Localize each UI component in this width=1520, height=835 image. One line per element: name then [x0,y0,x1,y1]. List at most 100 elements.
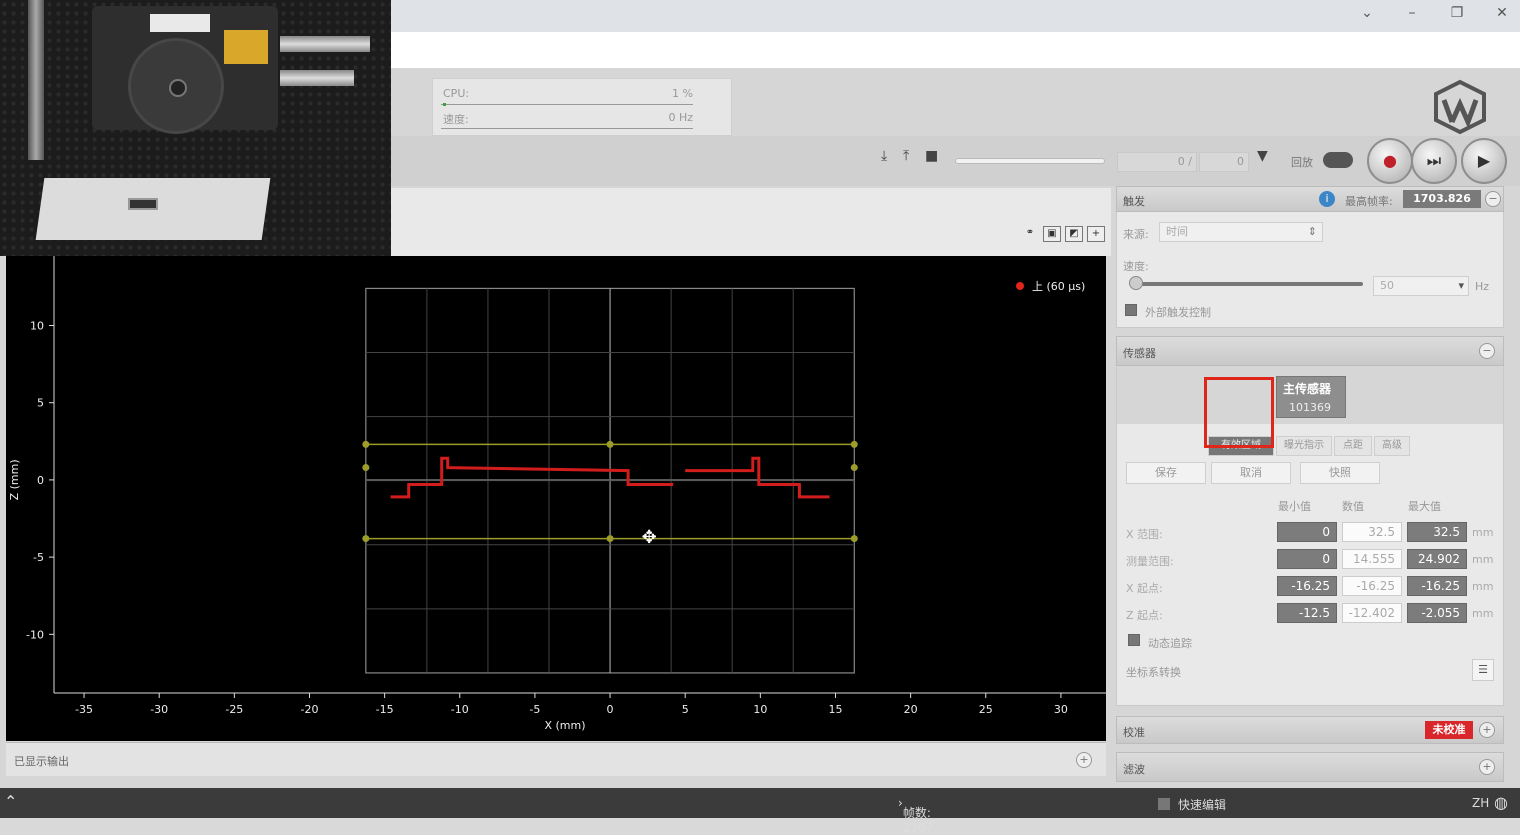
calibration-header[interactable]: 校准 未校准 + [1116,716,1504,744]
source-select[interactable]: 时间 ⇕ [1159,222,1323,242]
external-trigger-checkbox[interactable] [1125,304,1137,316]
collapse-sensor-icon[interactable]: − [1479,343,1495,359]
x-tick-label: -15 [376,703,394,716]
record-button[interactable]: ● [1367,138,1413,184]
trigger-header[interactable]: 触发 i 最高帧率: 1703.826 − [1116,186,1504,212]
speed-unit: Hz [1475,280,1490,293]
upload-icon[interactable]: ⤒ [903,148,909,164]
x-tick-label: 30 [1054,703,1068,716]
legend-label: 上 (60 μs) [1032,280,1085,293]
z-start-value[interactable]: -12.402 [1342,603,1402,623]
x-range-max: 32.5 [1407,522,1467,542]
play-button[interactable]: ▶ [1461,138,1507,184]
language-label[interactable]: ZH [1472,796,1489,810]
source-label: 来源: [1123,228,1149,241]
frame-current-field[interactable]: 0 / [1117,152,1197,172]
speed-label: 速度: [1123,260,1149,273]
roi-handle [362,464,370,472]
chevron-down-icon[interactable]: ⌄ [1352,2,1382,24]
uncalibrated-badge: 未校准 [1425,721,1473,739]
list-icon[interactable]: ☰ [1472,659,1494,681]
max-rate-label: 最高帧率: [1345,195,1393,208]
profile-chart: -35 -30 -25 -20 -15 -10 -5 0 5 10 15 20 25 30 10 5 0 -5 -1… [8,256,1106,732]
cpu-label: CPU: [443,87,470,100]
speed-row: 速度: 0 Hz [441,109,693,129]
expand-output-icon[interactable]: + [1076,752,1092,768]
minimize-button[interactable]: – [1397,2,1427,24]
x-tick-label: -25 [225,703,243,716]
y-tick-label: 10 [30,319,44,332]
add-view-icon[interactable]: + [1087,226,1105,242]
cancel-button[interactable]: 取消 [1211,462,1291,484]
filter-header[interactable]: 滤波 + [1116,752,1504,782]
playback-toggle[interactable] [1323,152,1353,168]
trash-icon[interactable]: ■ [925,148,938,164]
roi-handle [850,464,858,472]
speed-label: 速度: [443,113,469,126]
meas-range-min: 0 [1277,549,1337,569]
quick-edit-checkbox[interactable] [1158,798,1170,810]
x-tick-label: -35 [75,703,93,716]
status-bar: ⌃ › 帧数: 2207 快速编辑 ZH ◍ [0,788,1520,835]
tab-exposure[interactable]: 曝光指示 [1276,436,1332,456]
close-button[interactable]: ✕ [1487,2,1517,24]
x-range-value[interactable]: 32.5 [1342,522,1402,542]
frame-count: › 帧数: 2207 [898,796,934,835]
speed-value: 0 Hz [668,111,693,124]
tracking-checkbox[interactable] [1128,634,1140,646]
z-start-max: -2.055 [1407,603,1467,623]
filter-icon[interactable]: ▼ [1257,148,1268,164]
expand-calibration-icon[interactable]: + [1479,722,1495,738]
chevron-up-icon[interactable]: ⌃ [4,792,17,811]
speed-input[interactable]: 50 ▾ [1373,276,1469,296]
plot-header: ⚭ ▣ ◩ + [391,188,1111,256]
acquisition-toolbar: ⤓ ⤒ ■ 0 / 0 ▼ 回放 ● ⏭ ▶ [391,136,1520,186]
y-tick-label: -10 [26,628,44,641]
x-tick-label: 20 [904,703,918,716]
expand-filter-icon[interactable]: + [1479,759,1495,775]
x-tick-label: 5 [682,703,689,716]
col-max: 最大值 [1408,500,1441,513]
info-icon[interactable]: i [1319,191,1335,207]
x-tick-label: 15 [828,703,842,716]
x-axis-label: X (mm) [544,719,585,732]
x-tick-label: 25 [979,703,993,716]
binoculars-icon[interactable]: ⚭ [1021,226,1039,242]
x-start-max: -16.25 [1407,576,1467,596]
col-value: 数值 [1342,500,1364,513]
output-label: 已显示输出 [14,755,69,768]
tracking-label: 动态追踪 [1148,637,1192,650]
snapshot-button[interactable]: 快照 [1300,462,1380,484]
cpu-value: 1 % [672,87,693,100]
meas-range-value[interactable]: 14.555 [1342,549,1402,569]
tab-spacing[interactable]: 点距 [1334,436,1372,456]
main-sensor-card[interactable]: 主传感器 101369 [1276,376,1346,418]
main-sensor-name: 主传感器 [1283,382,1332,396]
save-button[interactable]: 保存 [1126,462,1206,484]
tab-advanced[interactable]: 高级 [1374,436,1410,456]
profile-plot[interactable]: -35 -30 -25 -20 -15 -10 -5 0 5 10 15 20 25 30 10 5 0 -5 -1… [6,256,1106,741]
frame-total-field[interactable]: 0 [1199,152,1249,172]
cpu-row: CPU: 1 % [441,85,693,106]
collapse-trigger-icon[interactable]: − [1485,191,1501,207]
sensor-header[interactable]: 传感器 − [1116,336,1504,366]
download-icon[interactable]: ⤓ [881,148,887,164]
trigger-title: 触发 [1123,195,1145,208]
view-split-icon[interactable]: ◩ [1065,226,1083,242]
restore-button[interactable]: ❐ [1442,2,1472,24]
step-button[interactable]: ⏭ [1411,138,1457,184]
roi-handle [362,440,370,448]
x-tick-label: -5 [529,703,540,716]
output-bar: 已显示输出 + [6,742,1106,776]
x-tick-label: -10 [451,703,469,716]
globe-icon[interactable]: ◍ [1494,793,1508,812]
view-2d-icon[interactable]: ▣ [1043,226,1061,242]
roi-handle [606,440,614,448]
main-sensor-id: 101369 [1289,401,1331,414]
x-tick-label: -30 [150,703,168,716]
x-tick-label: 0 [607,703,614,716]
timeline-slider[interactable] [955,158,1105,164]
x-start-value[interactable]: -16.25 [1342,576,1402,596]
speed-slider[interactable] [1139,282,1363,286]
speed-slider-handle[interactable] [1129,276,1143,290]
